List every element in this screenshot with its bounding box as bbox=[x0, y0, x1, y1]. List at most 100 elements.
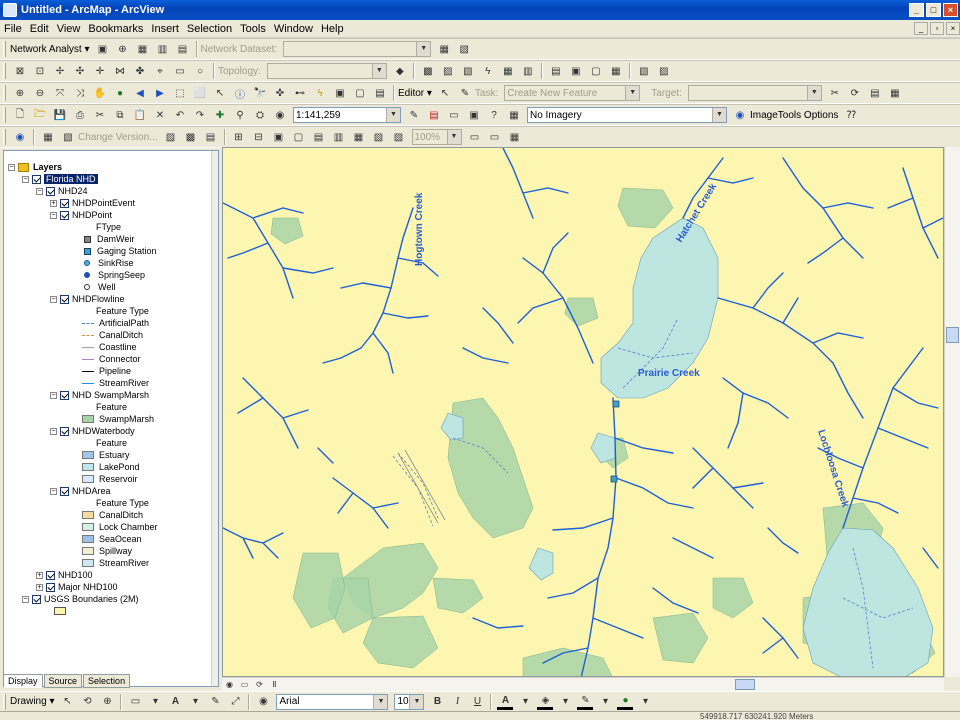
bold-button[interactable]: B bbox=[429, 694, 445, 710]
italic-button[interactable]: I bbox=[449, 694, 465, 710]
fixed-zoom-out-icon[interactable]: ⤨ bbox=[72, 85, 88, 101]
underline-button[interactable]: U bbox=[469, 694, 485, 710]
paste-icon[interactable]: 📋 bbox=[132, 107, 148, 123]
back-extent-icon[interactable]: ◀ bbox=[132, 85, 148, 101]
tab-source[interactable]: Source bbox=[43, 674, 83, 688]
find-binoculars-icon[interactable]: ⚲ bbox=[232, 107, 248, 123]
arcglobe-icon[interactable]: ◉ bbox=[12, 129, 28, 145]
close-button[interactable]: × bbox=[943, 3, 958, 17]
attributes-icon[interactable]: ▤ bbox=[867, 85, 883, 101]
expand-icon[interactable]: + bbox=[50, 199, 57, 207]
topology-error-icon[interactable]: ▥ bbox=[520, 63, 536, 79]
menu-window[interactable]: Window bbox=[270, 23, 317, 35]
network-grid-icon[interactable]: ▦ bbox=[135, 41, 151, 57]
magnifier-icon[interactable]: ▢ bbox=[352, 85, 368, 101]
drawing-menu[interactable]: Drawing ▾ bbox=[10, 696, 54, 707]
split-tool-icon[interactable]: ✂ bbox=[827, 85, 843, 101]
layer-visibility-checkbox[interactable] bbox=[60, 390, 69, 400]
fill-color-icon[interactable]: ◈ bbox=[537, 694, 554, 710]
network-window-icon[interactable]: ▣ bbox=[95, 41, 111, 57]
topology-move-icon[interactable]: ✢ bbox=[52, 63, 68, 79]
layer-visibility-checkbox[interactable] bbox=[46, 186, 55, 196]
layout-change-icon[interactable]: ▦ bbox=[507, 129, 523, 145]
minimize-button[interactable]: _ bbox=[909, 3, 924, 17]
legend-item[interactable]: Well bbox=[82, 281, 115, 293]
legend-item[interactable]: SpringSeep bbox=[82, 269, 145, 281]
topology-validate-extent-icon[interactable]: ▨ bbox=[440, 63, 456, 79]
toolbar-grip[interactable] bbox=[3, 41, 6, 57]
layer-visibility-checkbox[interactable] bbox=[60, 210, 69, 220]
topology-rect-icon[interactable]: ▭ bbox=[172, 63, 188, 79]
legend-item[interactable] bbox=[54, 605, 71, 617]
change-version-button[interactable]: Change Version... bbox=[78, 132, 158, 143]
toc-item-major-nhd100[interactable]: + Major NHD100 bbox=[36, 581, 118, 593]
layout-view-icon[interactable]: ▭ bbox=[239, 679, 250, 690]
toc-item-florida-nhd[interactable]: − Florida NHD bbox=[22, 173, 98, 185]
legend-item[interactable]: SeaOcean bbox=[82, 533, 142, 545]
select-elements-icon[interactable]: ↖ bbox=[212, 85, 228, 101]
sketch-tool-icon[interactable]: ✎ bbox=[457, 85, 473, 101]
topology-cross-icon[interactable]: ✛ bbox=[92, 63, 108, 79]
fixed-zoom-in-icon[interactable]: ⤧ bbox=[52, 85, 68, 101]
layout-whole-page-icon[interactable]: ▢ bbox=[291, 129, 307, 145]
toc-item-usgs-boundaries[interactable]: − USGS Boundaries (2M) bbox=[22, 593, 139, 605]
collapse-icon[interactable]: − bbox=[22, 595, 29, 603]
hyperlink-icon[interactable]: ϟ bbox=[312, 85, 328, 101]
font-color-dropdown-icon[interactable]: ▾ bbox=[517, 694, 533, 710]
legend-item[interactable]: DamWeir bbox=[82, 233, 134, 245]
legend-item[interactable]: Lock Chamber bbox=[82, 521, 158, 533]
topology-edit-icon[interactable]: ⊠ bbox=[12, 63, 28, 79]
toc-item-nhdwaterbody[interactable]: − NHDWaterbody bbox=[50, 425, 135, 437]
command-line-icon[interactable]: ▭ bbox=[446, 107, 462, 123]
scroll-thumb[interactable] bbox=[735, 679, 755, 690]
imagery-dropdown[interactable]: No Imagery ▼ bbox=[527, 107, 727, 123]
fill-color-dropdown-icon[interactable]: ▾ bbox=[557, 694, 573, 710]
layout-focus-icon[interactable]: ▭ bbox=[487, 129, 503, 145]
legend-item[interactable]: Gaging Station bbox=[82, 245, 157, 257]
layer-visibility-checkbox[interactable] bbox=[60, 294, 69, 304]
clear-selection-icon[interactable]: ⬜ bbox=[192, 85, 208, 101]
toc-item-nhd100[interactable]: + NHD100 bbox=[36, 569, 93, 581]
help-pointer-icon[interactable]: ⁇ bbox=[843, 107, 859, 123]
legend-item[interactable]: Connector bbox=[82, 353, 141, 365]
tour-icon[interactable]: ⛭ bbox=[252, 107, 268, 123]
network-directions-icon[interactable]: ▤ bbox=[175, 41, 191, 57]
edit-vertices-icon[interactable]: ⤢ bbox=[227, 694, 243, 710]
doc-minimize-button[interactable]: _ bbox=[914, 22, 928, 35]
zoom-element-icon[interactable]: ⊕ bbox=[99, 694, 115, 710]
layout-back-icon[interactable]: ▥ bbox=[331, 129, 347, 145]
undo-icon[interactable]: ↶ bbox=[172, 107, 188, 123]
layout-zoom-100-icon[interactable]: ▤ bbox=[311, 129, 327, 145]
pan-icon[interactable]: ✋ bbox=[92, 85, 108, 101]
imagetools-icon[interactable]: ◉ bbox=[732, 107, 748, 123]
legend-item[interactable]: ArtificialPath bbox=[82, 317, 149, 329]
forward-extent-icon[interactable]: ▶ bbox=[152, 85, 168, 101]
rectangle-dropdown-icon[interactable]: ▾ bbox=[147, 694, 163, 710]
data-view-icon[interactable]: ◉ bbox=[224, 679, 235, 690]
font-family-dropdown[interactable]: Arial ▼ bbox=[276, 693, 389, 710]
toc-item-nhd-swampmarsh[interactable]: − NHD SwampMarsh bbox=[50, 389, 149, 401]
toc-item-nhd24[interactable]: − NHD24 bbox=[36, 185, 88, 197]
menu-file[interactable]: File bbox=[0, 23, 26, 35]
pause-draw-icon[interactable]: Ⅱ bbox=[269, 679, 280, 690]
delete-icon[interactable]: ✕ bbox=[152, 107, 168, 123]
globe-icon[interactable]: ◉ bbox=[272, 107, 288, 123]
topology-circle-icon[interactable]: ○ bbox=[192, 63, 208, 79]
select-element-icon[interactable]: ↖ bbox=[59, 694, 75, 710]
toc-item-nhdpoint[interactable]: − NHDPoint bbox=[50, 209, 112, 221]
go-to-xy-icon[interactable]: ✜ bbox=[272, 85, 288, 101]
toc-item-nhdarea[interactable]: − NHDArea bbox=[50, 485, 111, 497]
task-dropdown[interactable]: Create New Feature ▼ bbox=[504, 85, 641, 101]
map-horizontal-scrollbar[interactable]: ◉ ▭ ⟳ Ⅱ bbox=[222, 677, 944, 691]
topology-error-inspector-icon[interactable]: ▤ bbox=[548, 63, 564, 79]
toc-item-nhdflowline[interactable]: − NHDFlowline bbox=[50, 293, 125, 305]
imagetools-options-button[interactable]: ImageTools Options bbox=[750, 110, 838, 121]
legend-item[interactable]: StreamRiver bbox=[82, 377, 149, 389]
topology-extra2-icon[interactable]: ▨ bbox=[656, 63, 672, 79]
legend-item[interactable]: Estuary bbox=[82, 449, 130, 461]
topology-reshape-icon[interactable]: ⌖ bbox=[152, 63, 168, 79]
full-extent-icon[interactable]: ● bbox=[112, 85, 128, 101]
legend-item[interactable]: CanalDitch bbox=[82, 329, 143, 341]
layout-zoom-dropdown[interactable]: 100% ▼ bbox=[411, 129, 462, 145]
network-options-icon[interactable]: ▧ bbox=[456, 41, 472, 57]
